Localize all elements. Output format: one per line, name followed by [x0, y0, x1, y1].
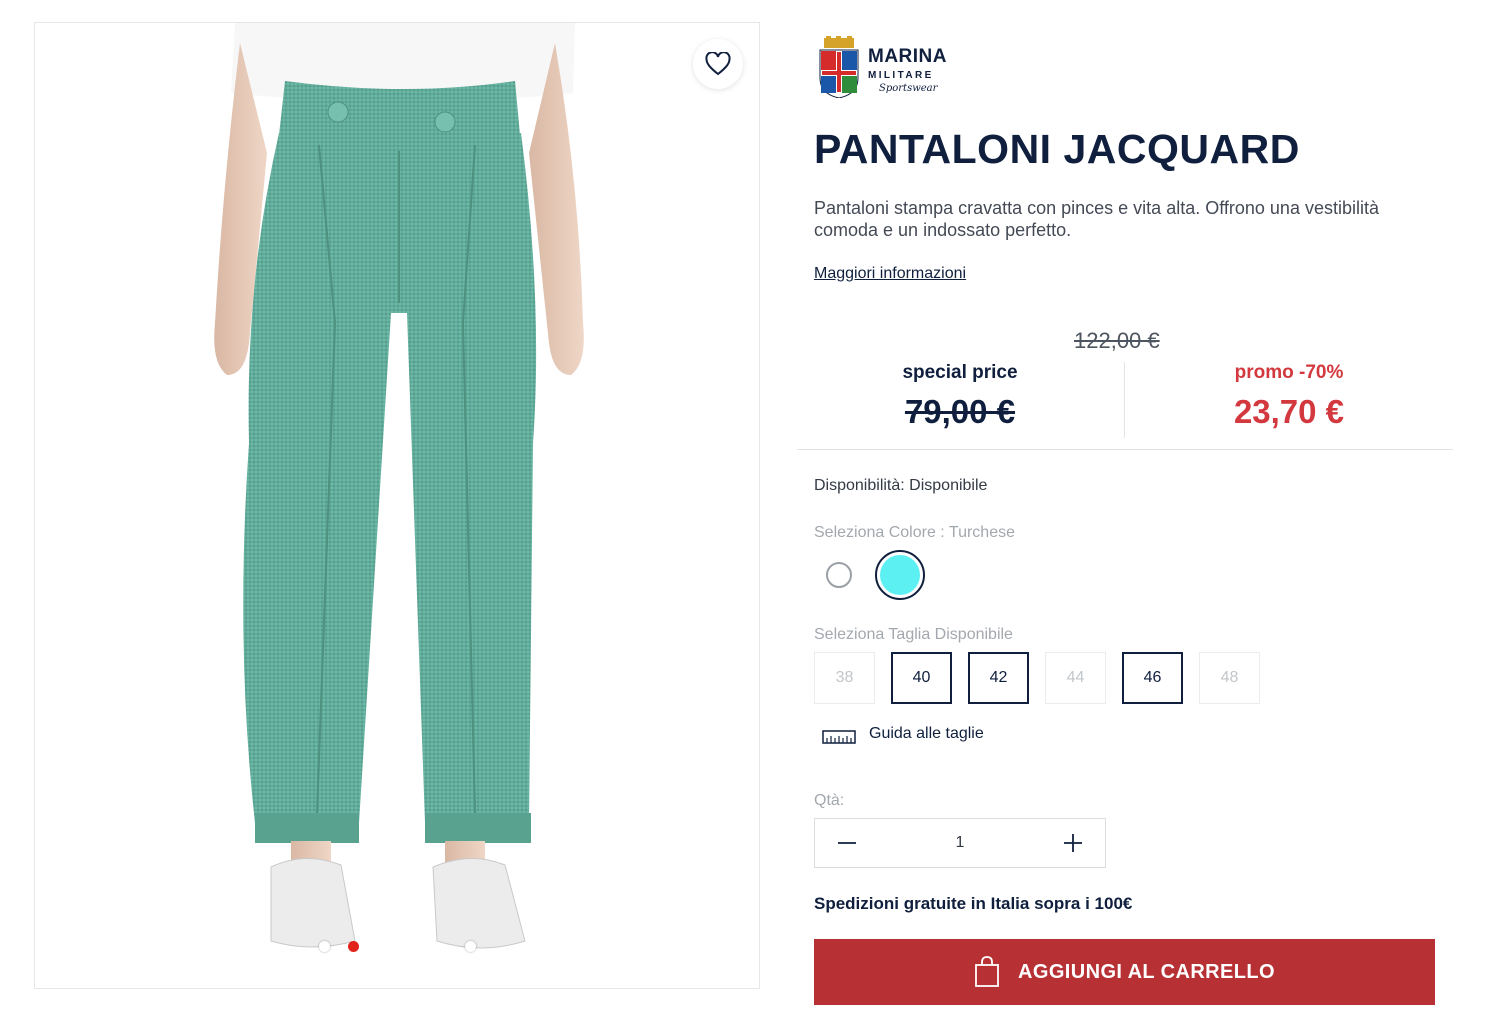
color-swatch-white[interactable] [826, 562, 852, 588]
availability-value: Disponibile [909, 477, 988, 494]
promo-price-value: 23,70 € [1233, 393, 1345, 430]
shopping-bag-icon [975, 956, 999, 987]
minus-icon [838, 842, 856, 844]
size-option-40[interactable]: 40 [891, 652, 952, 704]
carousel-dot-3[interactable] [465, 941, 476, 952]
quantity-label: Qtà: [814, 792, 845, 809]
add-to-cart-button[interactable]: AGGIUNGI AL CARRELLO [814, 939, 1435, 1005]
carousel-dot-1[interactable] [319, 941, 330, 952]
product-description: Pantaloni stampa cravatta con pinces e v… [814, 198, 1379, 240]
color-label: Seleziona Colore : Turchese [814, 524, 1015, 541]
size-option-48[interactable]: 48 [1199, 652, 1260, 704]
brand-subname: MILITARE [868, 70, 934, 81]
plus-icon [1064, 834, 1082, 852]
ruler-icon [822, 730, 856, 744]
heart-outline-icon [705, 52, 731, 76]
color-swatch-fill [880, 555, 920, 595]
quantity-stepper [814, 818, 1106, 868]
size-option-38[interactable]: 38 [814, 652, 875, 704]
crest-icon [819, 36, 859, 99]
quantity-decrease-button[interactable] [815, 819, 879, 867]
wishlist-button[interactable] [693, 39, 743, 89]
size-option-42[interactable]: 42 [968, 652, 1029, 704]
availability-label: Disponibilità: [814, 477, 905, 494]
brand-logo[interactable]: MARINA MILITARE Sportswear [816, 36, 956, 102]
quantity-input[interactable] [879, 819, 1041, 867]
special-price-label: special price [902, 362, 1018, 383]
quantity-increase-button[interactable] [1041, 819, 1105, 867]
promo-label: promo -70% [1234, 362, 1344, 383]
availability: Disponibilità: Disponibile [814, 477, 987, 495]
special-price-value: 79,00 € [904, 393, 1016, 430]
more-info-link[interactable]: Maggiori informazioni [814, 265, 966, 283]
brand-script: Sportswear [879, 83, 938, 94]
product-photo [214, 23, 584, 949]
carousel-dot-2-active[interactable] [348, 941, 359, 952]
add-to-cart-label: AGGIUNGI AL CARRELLO [1018, 960, 1275, 983]
brand-name: MARINA [868, 46, 947, 67]
price-box: special price 79,00 € promo -70% 23,70 € [797, 356, 1453, 450]
product-title: PANTALONI JACQUARD [814, 126, 1300, 172]
size-label: Seleziona Taglia Disponibile [814, 626, 1013, 643]
product-page: MARINA MILITARE Sportswear PANTALONI JAC… [0, 0, 1490, 1024]
original-price: 122,00 € [1074, 328, 1160, 353]
size-option-46[interactable]: 46 [1122, 652, 1183, 704]
product-gallery[interactable] [34, 22, 760, 989]
size-guide-label: Guida alle taglie [869, 725, 984, 742]
size-option-44[interactable]: 44 [1045, 652, 1106, 704]
carousel-dots [35, 941, 759, 955]
color-swatch-turchese-selected[interactable] [875, 550, 925, 600]
shipping-note: Spedizioni gratuite in Italia sopra i 10… [814, 894, 1133, 913]
